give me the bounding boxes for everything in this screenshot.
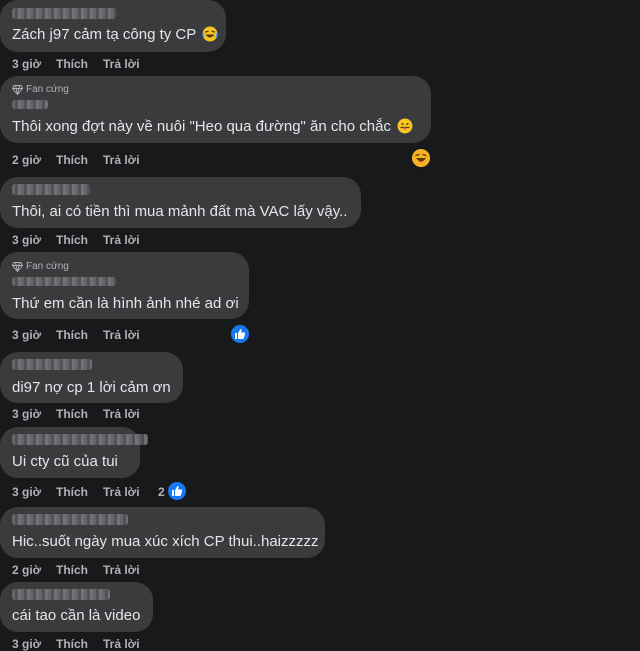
commenter-name-blurred[interactable]: [12, 277, 116, 286]
reply-link[interactable]: Trả lời: [103, 233, 140, 247]
like-reaction-icon[interactable]: [229, 323, 251, 345]
like-link[interactable]: Thích: [56, 153, 88, 167]
like-reaction-icon[interactable]: [166, 480, 188, 502]
comment-time[interactable]: 3 giờ: [12, 485, 41, 499]
commenter-name-blurred[interactable]: [12, 589, 110, 600]
like-link[interactable]: Thích: [56, 57, 88, 71]
fan-badge: Fan cứng: [12, 84, 69, 95]
reply-link[interactable]: Trả lời: [103, 637, 140, 651]
like-link[interactable]: Thích: [56, 485, 88, 499]
reaction-count[interactable]: 2: [158, 485, 165, 499]
reply-link[interactable]: Trả lời: [103, 153, 140, 167]
fan-badge: Fan cứng: [12, 261, 69, 272]
tongue-out-icon: [397, 118, 413, 134]
diamond-icon: [12, 261, 23, 272]
comment-time[interactable]: 2 giờ: [12, 563, 41, 577]
comment-bubble[interactable]: Fan cứng Thứ em cần là hình ảnh nhé ad ơ…: [0, 252, 249, 319]
reply-link[interactable]: Trả lời: [103, 407, 140, 421]
comment-text: di97 nợ cp 1 lời cảm ơn: [12, 379, 171, 396]
comment-bubble[interactable]: Zách j97 cảm tạ công ty CP: [0, 0, 226, 52]
comment-bubble[interactable]: di97 nợ cp 1 lời cảm ơn: [0, 352, 183, 403]
comment-time[interactable]: 3 giờ: [12, 57, 41, 71]
reply-link[interactable]: Trả lời: [103, 328, 140, 342]
commenter-name-blurred[interactable]: [12, 184, 90, 195]
comment-bubble[interactable]: Thôi, ai có tiền thì mua mảnh đất mà VAC…: [0, 177, 361, 228]
fan-badge-label: Fan cứng: [26, 84, 69, 95]
comment-time[interactable]: 3 giờ: [12, 233, 41, 247]
reply-link[interactable]: Trả lời: [103, 485, 140, 499]
like-link[interactable]: Thích: [56, 407, 88, 421]
comment-bubble[interactable]: Hic..suốt ngày mua xúc xích CP thui..hai…: [0, 507, 325, 558]
comment-time[interactable]: 3 giờ: [12, 328, 41, 342]
like-link[interactable]: Thích: [56, 637, 88, 651]
comment-text: cái tao cần là video: [12, 607, 141, 624]
like-link[interactable]: Thích: [56, 328, 88, 342]
commenter-name-blurred[interactable]: [12, 100, 48, 109]
commenter-name-blurred[interactable]: [12, 8, 116, 19]
reply-link[interactable]: Trả lời: [103, 563, 140, 577]
diamond-icon: [12, 84, 23, 95]
commenter-name-blurred[interactable]: [12, 514, 128, 525]
comment-time[interactable]: 3 giờ: [12, 407, 41, 421]
commenter-name-blurred[interactable]: [12, 359, 92, 370]
commenter-name-blurred[interactable]: [12, 434, 148, 445]
comment-text: Hic..suốt ngày mua xúc xích CP thui..hai…: [12, 533, 319, 550]
comment-time[interactable]: 2 giờ: [12, 153, 41, 167]
comment-text: Ui cty cũ của tui: [12, 453, 118, 470]
comment-text: Thôi xong đợt này về nuôi "Heo qua đường…: [12, 118, 391, 135]
comment-time[interactable]: 3 giờ: [12, 637, 41, 651]
comment-text: Thôi, ai có tiền thì mua mảnh đất mà VAC…: [12, 203, 348, 220]
like-link[interactable]: Thích: [56, 233, 88, 247]
comment-bubble[interactable]: cái tao cần là video: [0, 582, 153, 632]
comment-text: Thứ em cần là hình ảnh nhé ad ơi: [12, 295, 239, 312]
laughing-tears-icon: [202, 26, 218, 42]
comment-text: Zách j97 cảm tạ công ty CP: [12, 26, 196, 43]
fan-badge-label: Fan cứng: [26, 261, 69, 272]
comment-bubble[interactable]: Fan cứng Thôi xong đợt này về nuôi "Heo …: [0, 76, 431, 143]
comment-bubble[interactable]: Ui cty cũ của tui: [0, 427, 148, 478]
like-link[interactable]: Thích: [56, 563, 88, 577]
haha-reaction-icon[interactable]: [410, 147, 432, 169]
reply-link[interactable]: Trả lời: [103, 57, 140, 71]
